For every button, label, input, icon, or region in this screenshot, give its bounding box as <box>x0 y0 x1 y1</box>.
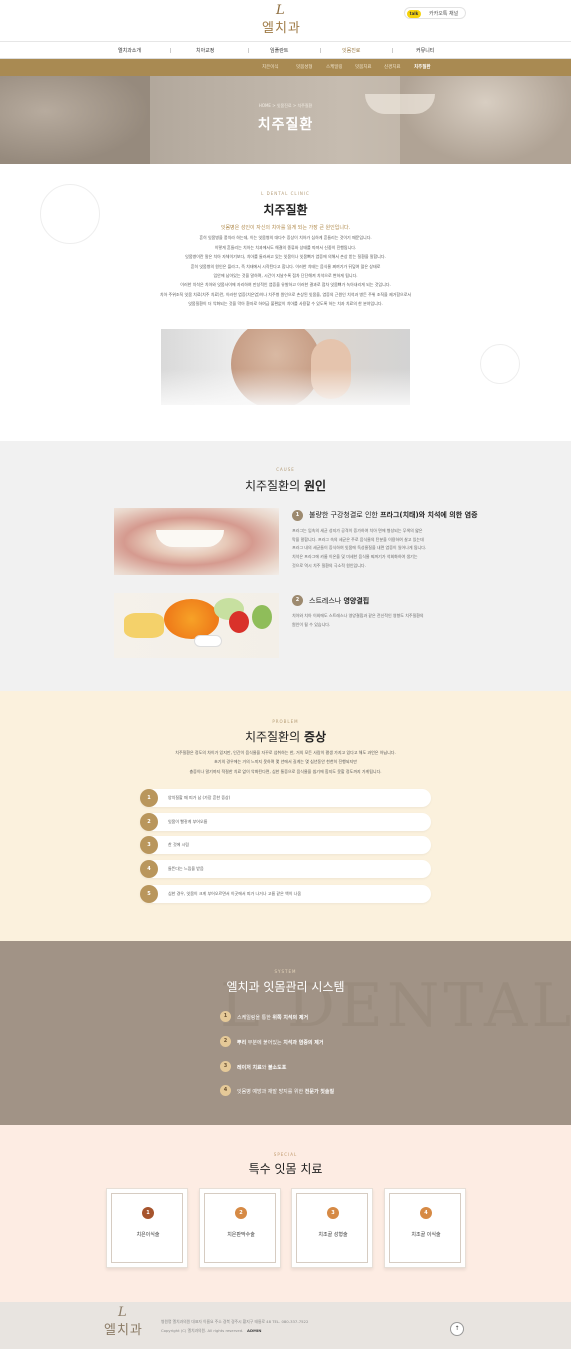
intro-line: 이렇게 흔들리는 치아는 치과에서도 해결의 종류와 상태를 따져서 신중히 진… <box>214 244 357 250</box>
subnav-item-periodontal[interactable]: 치주질환 <box>414 64 431 70</box>
main-nav: 엘치과소개 치아교정 임플란트 잇몸진료 커뮤니티 <box>0 43 571 59</box>
lips-teeth-photo <box>114 508 279 575</box>
subnav-item-scaling[interactable]: 스케일링 <box>326 64 343 70</box>
intro-eyebrow: L DENTAL CLINIC <box>261 191 310 196</box>
decor-circle <box>480 344 520 384</box>
intro-body: 잇몸병은 성인이 자신의 치아를 잃게 되는 가장 큰 원인입니다. 흔히 잇몸… <box>0 224 571 309</box>
special-card-gingival-graft[interactable]: 1 치은이식술 <box>106 1188 188 1268</box>
nav-divider <box>392 48 393 53</box>
symptom-item: 4 들뜬다는 느낌을 받음 <box>140 860 431 878</box>
footer-info: 병원명 엘치과의원 대표자 이름요 주소 경북 경주시 황지구 태릉로 48 T… <box>161 1319 309 1324</box>
nav-item-implant[interactable]: 임플란트 <box>270 47 288 54</box>
system-heading: 엘치과 잇몸관리 시스템 <box>226 980 345 994</box>
intro-lead: 잇몸병은 성인이 자신의 치아를 잃게 되는 가장 큰 원인입니다. <box>220 225 351 231</box>
subnav-item-gum-treatment[interactable]: 잇몸치료 <box>355 64 372 70</box>
special-eyebrow: SPECIAL <box>273 1152 298 1157</box>
cause-description: 치아와 치아 이외에도 스트레스나 영양결핍과 같은 전신적인 영향도 치주질환… <box>292 613 424 627</box>
cause-heading: 치주질환의 원인 <box>244 479 327 493</box>
page-hero: HOME > 잇몸진료 > 치주질환 치주질환 <box>0 76 571 164</box>
nav-item-gum-care[interactable]: 잇몸진료 <box>342 47 360 54</box>
site-footer: L 엘치과 병원명 엘치과의원 대표자 이름요 주소 경북 경주시 황지구 태릉… <box>0 1302 571 1349</box>
symptom-item: 3찬 것에 시림 <box>140 836 431 854</box>
system-section: L DENTALCLINIC SYSTEM 엘치과 잇몸관리 시스템 1스케일링… <box>0 941 571 1125</box>
admin-link[interactable]: ADMIN <box>247 1328 261 1333</box>
special-heading: 특수 잇몸 치료 <box>248 1162 323 1176</box>
intro-line: 잇몸병이란 말은 치아 자체이기보다, 치아를 둘러싸고 있는 잇몸이나 잇몸뼈… <box>185 254 386 260</box>
cause-title: 불량한 구강청결로 인한 프라그(치태)와 치석에 의한 염증 <box>309 511 478 519</box>
logo-text: 엘치과 <box>262 21 301 36</box>
footer-logo: L 엘치과 <box>104 1305 143 1338</box>
subnav-item-gingival-graft[interactable]: 치은이식 <box>262 64 279 70</box>
page-title: 치주질환 <box>257 117 314 133</box>
nav-divider <box>170 48 171 53</box>
symptom-item: 2 잇몸이 빨갛게 부어오름 <box>140 813 431 831</box>
subnav-item-root-canal[interactable]: 신경치료 <box>384 64 401 70</box>
nav-divider <box>320 48 321 53</box>
nav-item-orthodontics[interactable]: 치아교정 <box>196 47 214 54</box>
cause-number: 2 <box>292 595 303 606</box>
intro-line: 입안에 남아있는 것을 말하며, 시간이 지날수록 점차 단단해져 치석으로 변… <box>213 273 358 279</box>
system-eyebrow: SYSTEM <box>274 969 297 974</box>
special-card-bone-plasty[interactable]: 3 치조골 성형술 <box>291 1188 373 1268</box>
intro-line: 잇몸질환이 더 악화되는 것을 막아 환자로 하여금 불편없이 치아를 사용할 … <box>188 301 383 307</box>
symptom-eyebrow: PROBLEM <box>272 719 299 724</box>
kakao-channel-label: 카카오톡 채널 <box>429 11 459 17</box>
intro-line: 흔히 잇몸병의 원인은 플라그, 즉 치태에서 시작된다고 합니다. 이러한 치… <box>190 263 381 269</box>
nav-item-community[interactable]: 커뮤니티 <box>416 47 434 54</box>
site-logo[interactable]: L 엘치과 <box>262 3 308 39</box>
symptom-section: PROBLEM 치주질환의 증상 치주질환은 정도의 차이가 있지만, 인간이 … <box>0 691 571 941</box>
scroll-top-button[interactable]: ↑ <box>450 1322 464 1336</box>
intro-heading: 치주질환 <box>263 203 308 217</box>
kakao-talk-icon: talk <box>407 9 421 18</box>
intro-line: 이러한 치석은 치아와 잇몸사이에 자리하여 만성적인 염증을 유발하고 이러한… <box>180 282 391 288</box>
cause-eyebrow: CAUSE <box>276 467 295 472</box>
logo-mark: L <box>276 3 285 18</box>
symptom-heading: 치주질환의 증상 <box>244 730 327 744</box>
cause-number: 1 <box>292 510 303 521</box>
toothache-photo <box>161 329 410 405</box>
intro-line: 치아 주위조직 잇몸 치료(치주 치료)란, 이러한 염증(치은염)이나 치주병… <box>159 291 412 297</box>
intro-section: L DENTAL CLINIC 치주질환 잇몸병은 성인이 자신의 치아를 잃게… <box>0 164 571 441</box>
special-card-flap-surgery[interactable]: 2 치은판막수술 <box>199 1188 281 1268</box>
nav-divider <box>248 48 249 53</box>
symptom-item: 5 심한 경우, 잇몸이 크게 부어오르면서 이곳에서 피가 나거나 고름 같은 … <box>140 885 431 903</box>
footer-copyright: Copyright (C) 엘치과의원. All rights reserved… <box>161 1328 262 1333</box>
symptom-item: 1 양치질할 때 피가 남 (가장 흔한 증상) <box>140 789 431 807</box>
site-header: L 엘치과 talk 카카오톡 채널 <box>0 0 571 42</box>
kakao-channel-button[interactable]: talk 카카오톡 채널 <box>404 7 466 19</box>
breadcrumb: HOME > 잇몸진료 > 치주질환 <box>258 103 313 108</box>
cause-title: 스트레스나 영양결핍 <box>309 597 370 605</box>
intro-line: 흔히 잇몸병을 풍치라 하는데, 이는 잇몸병의 대다수 증상이 치아가 심하게… <box>199 235 372 241</box>
subnav-item-gum-plasty[interactable]: 잇몸성형 <box>296 64 313 70</box>
nav-item-about[interactable]: 엘치과소개 <box>118 47 141 54</box>
fruits-vitamins-photo <box>114 593 279 658</box>
symptom-body: 치주질환은 정도의 차이가 있지만, 인간이 음식물을 자꾸로 섭취하는 한, … <box>175 750 396 774</box>
special-section: SPECIAL 특수 잇몸 치료 <box>0 1125 571 1302</box>
cause-description: 프라그는 입속의 세균 성지가 공격이 증가하여 치아 면에 형성되는 무색의 … <box>292 528 427 568</box>
sub-nav: 치은이식 잇몸성형 스케일링 잇몸치료 신경치료 치주질환 <box>0 59 571 76</box>
special-card-bone-graft[interactable]: 4 치조골 이식술 <box>384 1188 466 1268</box>
